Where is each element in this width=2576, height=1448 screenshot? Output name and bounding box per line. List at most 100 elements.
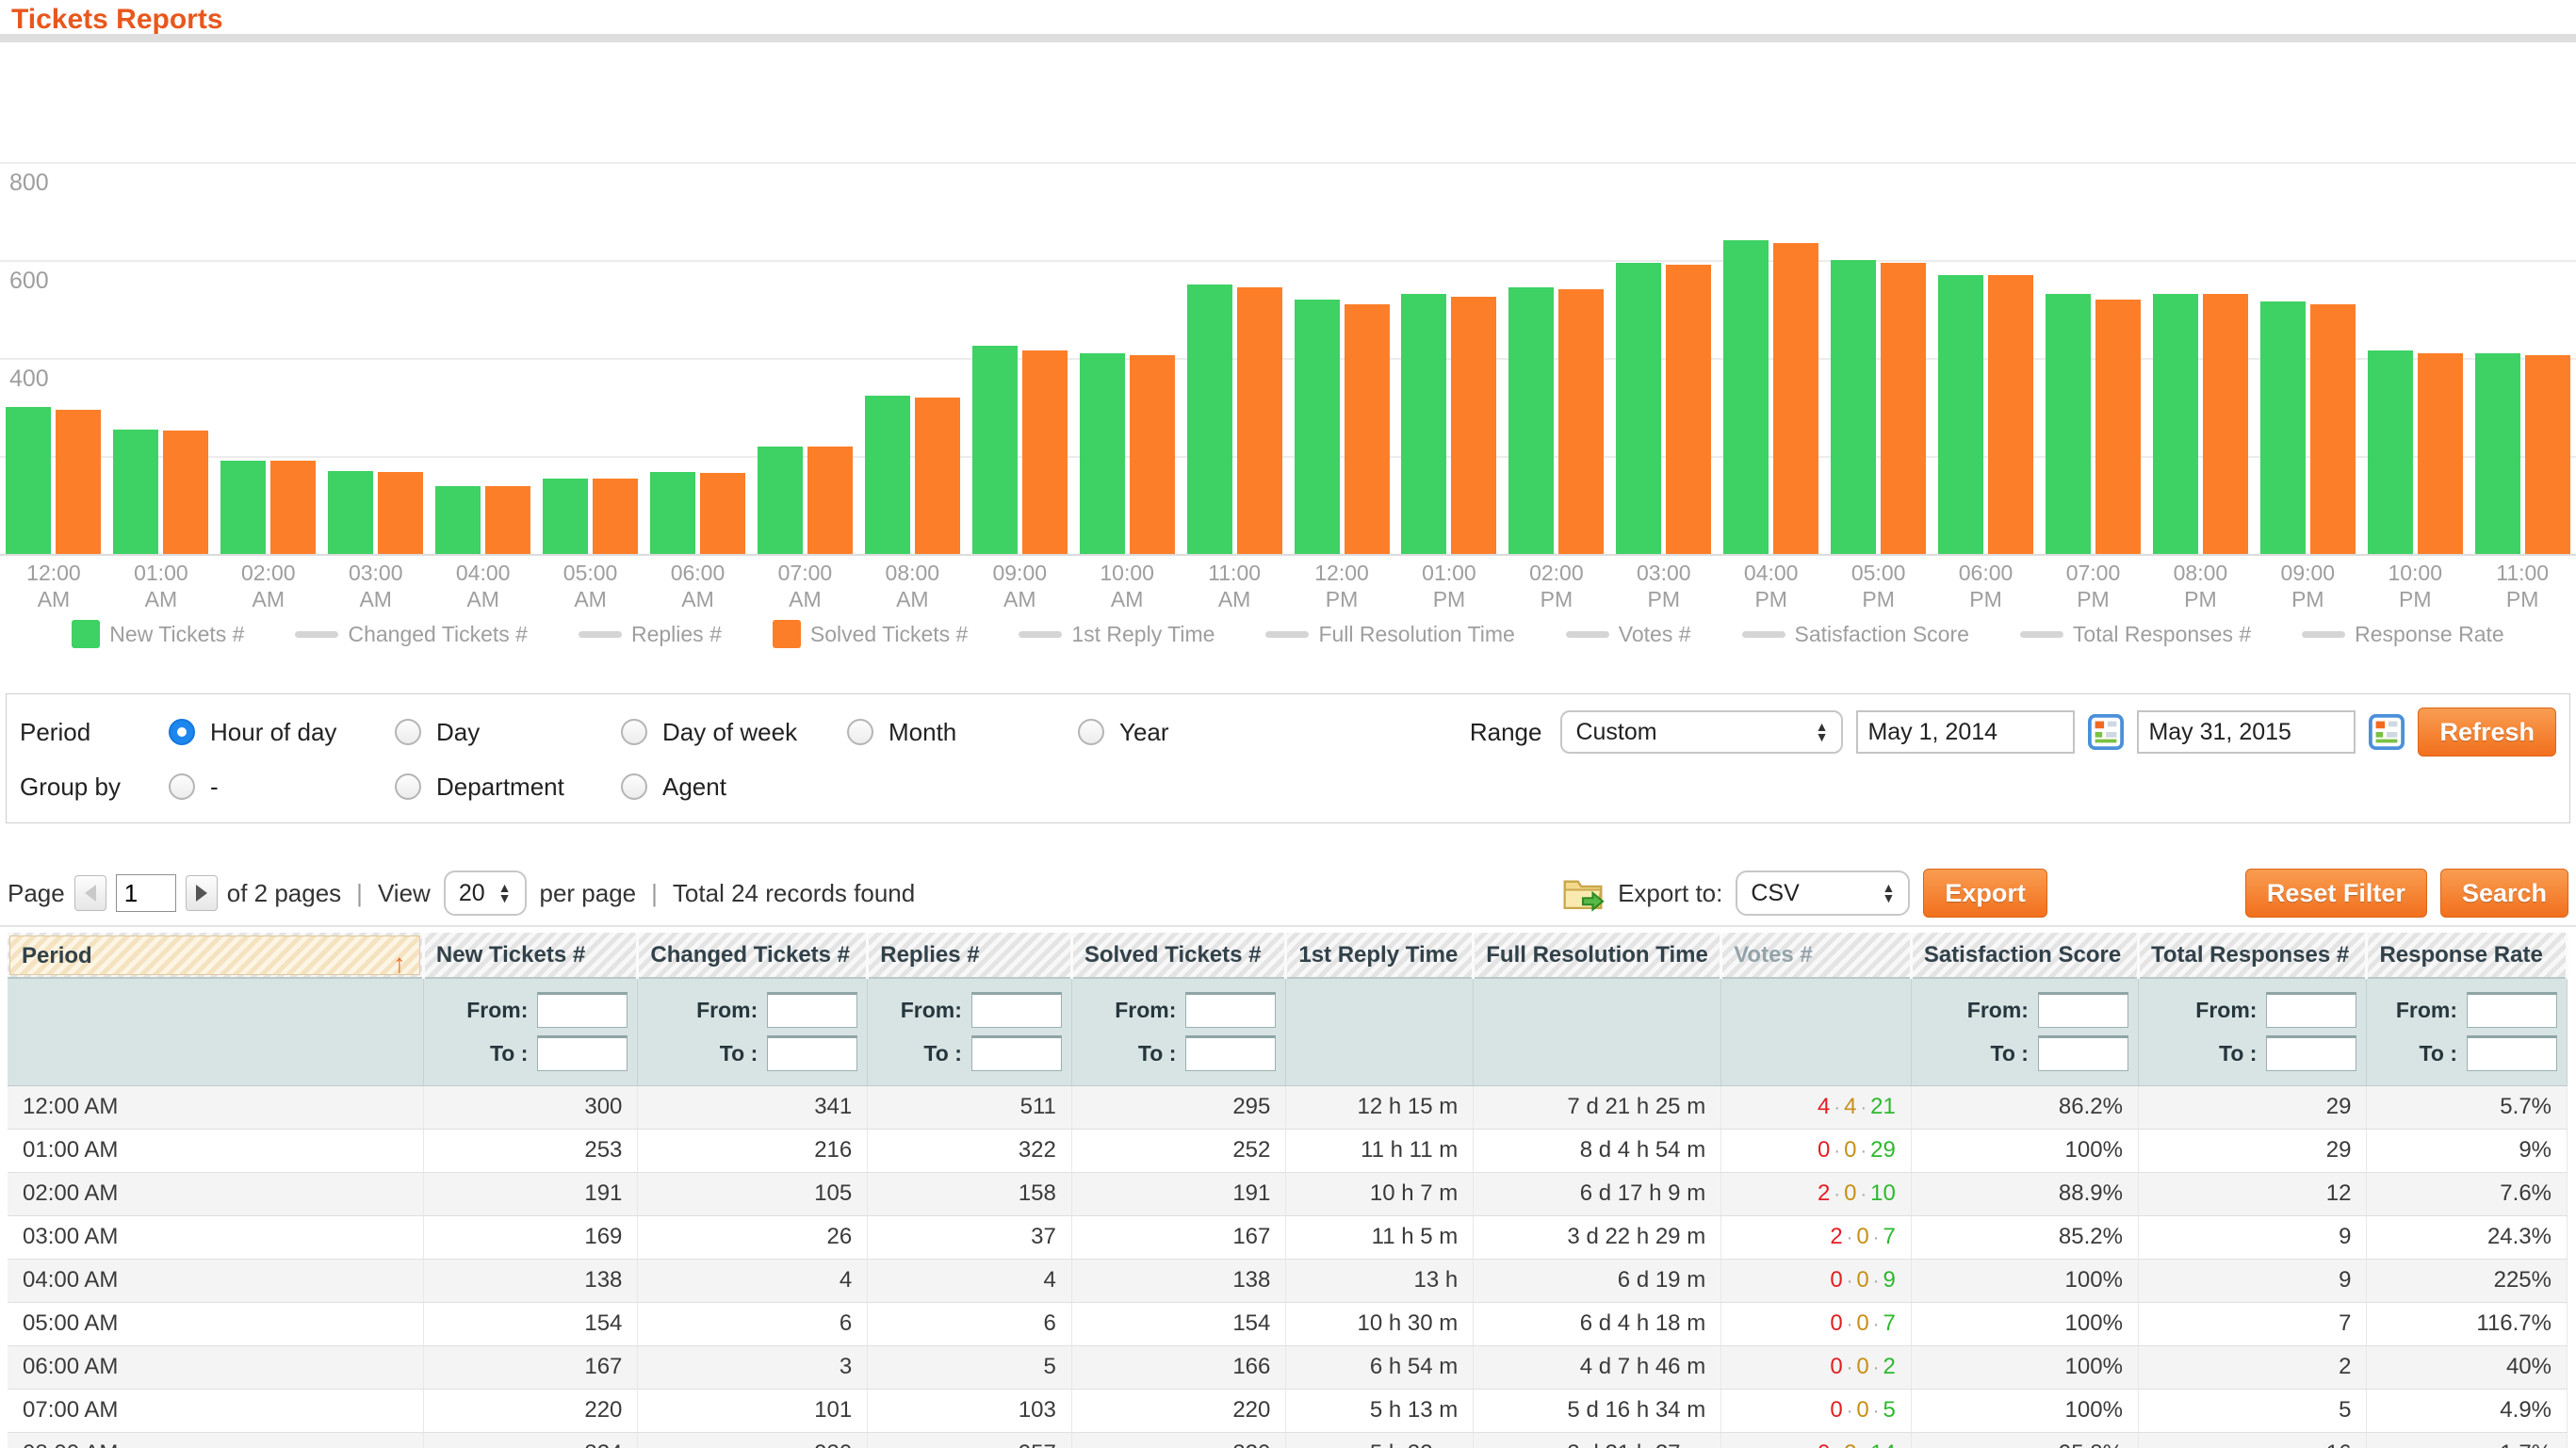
column-header-solved-tickets-[interactable]: Solved Tickets # [1071, 933, 1286, 978]
cell-response-rate: 116.7% [2367, 1302, 2568, 1345]
radio-button[interactable] [395, 719, 421, 745]
votes-negative: 2 [1818, 1180, 1830, 1206]
votes-neutral: 0 [1856, 1267, 1868, 1293]
cell-replies: 37 [868, 1215, 1072, 1259]
cell-response-rate: 5.7% [2367, 1085, 2568, 1129]
from-filter-input[interactable] [2266, 992, 2356, 1028]
period-option-month[interactable]: Month [847, 718, 1078, 747]
to-filter-input[interactable] [2038, 1035, 2128, 1071]
table-row: 05:00 AM1546615410 h 30 m6 d 4 h 18 m0·0… [8, 1302, 2568, 1345]
from-filter-input[interactable] [2038, 992, 2128, 1028]
groupby-option-agent[interactable]: Agent [621, 773, 847, 802]
votes-positive: 10 [1870, 1180, 1896, 1206]
column-header-response-rate[interactable]: Response Rate [2367, 933, 2568, 978]
table-row: 04:00 AM1384413813 h6 d 19 m0·0·9100%922… [8, 1259, 2568, 1302]
radio-button[interactable] [169, 773, 195, 800]
export-button[interactable]: Export [1923, 869, 2047, 918]
next-page-button[interactable] [186, 875, 218, 911]
column-header-new-tickets-[interactable]: New Tickets # [423, 933, 638, 978]
bar-new-tickets [1401, 294, 1446, 554]
bar-solved-tickets [2095, 300, 2141, 554]
radio-button[interactable] [621, 773, 647, 800]
column-header-1st-reply-time[interactable]: 1st Reply Time [1286, 933, 1474, 978]
cell-response-rate: 1.7% [2367, 1432, 2568, 1448]
legend-item[interactable]: 1st Reply Time [1019, 622, 1215, 647]
column-header-satisfaction-score[interactable]: Satisfaction Score [1911, 933, 2138, 978]
to-filter-input[interactable] [767, 1035, 857, 1071]
legend-label: Total Responses # [2073, 622, 2251, 647]
legend-item[interactable]: Solved Tickets # [773, 620, 968, 648]
period-option-day[interactable]: Day [395, 718, 621, 747]
radio-button[interactable] [395, 773, 421, 800]
cell-replies: 511 [868, 1085, 1072, 1129]
from-filter-input[interactable] [971, 992, 1062, 1028]
from-label: From: [466, 998, 528, 1023]
from-filter-input[interactable] [1185, 992, 1276, 1028]
search-button[interactable]: Search [2440, 869, 2568, 918]
to-filter-input[interactable] [971, 1035, 1062, 1071]
legend-item[interactable]: Satisfaction Score [1742, 622, 1969, 647]
date-from-input[interactable] [1856, 710, 2075, 754]
per-page-select[interactable]: 20 ▲▼ [444, 870, 527, 916]
to-filter-input[interactable] [2266, 1035, 2356, 1071]
from-filter-input[interactable] [537, 992, 628, 1028]
refresh-button[interactable]: Refresh [2418, 708, 2556, 757]
sorted-column-header[interactable]: Period↑ [9, 936, 420, 975]
column-header-votes-[interactable]: Votes # [1721, 933, 1912, 978]
cell-full-resolution-time: 4 d 7 h 46 m [1474, 1345, 1721, 1389]
to-filter-input[interactable] [1185, 1035, 1276, 1071]
toolbar: Page of 2 pages | View 20 ▲▼ per page | … [8, 869, 2568, 918]
radio-button[interactable] [847, 719, 873, 745]
period-option-year[interactable]: Year [1078, 718, 1304, 747]
to-filter-input[interactable] [2467, 1035, 2557, 1071]
column-header-total-responses-[interactable]: Total Responses # [2138, 933, 2367, 978]
from-filter-input[interactable] [2467, 992, 2557, 1028]
cell-changed-tickets: 101 [638, 1389, 868, 1432]
legend-label: Satisfaction Score [1795, 622, 1969, 647]
bar-new-tickets [758, 447, 803, 554]
column-header-period[interactable]: Period↑ [8, 933, 423, 978]
column-header-replies-[interactable]: Replies # [868, 933, 1072, 978]
period-option-day-of-week[interactable]: Day of week [621, 718, 847, 747]
reset-filter-button[interactable]: Reset Filter [2245, 869, 2427, 918]
bar-solved-tickets [270, 461, 316, 554]
legend-item[interactable]: New Tickets # [72, 620, 244, 648]
legend-item[interactable]: Changed Tickets # [295, 622, 528, 647]
from-filter-input[interactable] [767, 992, 857, 1028]
bar-group [1288, 300, 1395, 554]
calendar-icon[interactable] [2369, 714, 2405, 750]
prev-page-button[interactable] [74, 875, 106, 911]
column-header-changed-tickets-[interactable]: Changed Tickets # [638, 933, 868, 978]
date-to-input[interactable] [2137, 710, 2356, 754]
legend-item[interactable]: Full Resolution Time [1265, 622, 1514, 647]
cell-total-responses: 29 [2138, 1085, 2367, 1129]
range-select[interactable]: Custom ▲▼ [1560, 710, 1843, 754]
column-header-full-resolution-time[interactable]: Full Resolution Time [1474, 933, 1721, 978]
calendar-icon[interactable] [2088, 714, 2124, 750]
radio-button[interactable] [169, 719, 195, 745]
legend-item[interactable]: Response Rate [2302, 622, 2504, 647]
period-option-hour-of-day[interactable]: Hour of day [169, 718, 395, 747]
bar-solved-tickets [2418, 353, 2463, 554]
radio-button[interactable] [1078, 719, 1104, 745]
x-axis-tick-label: 05:00PM [1825, 560, 1932, 616]
to-filter-input[interactable] [537, 1035, 628, 1071]
bar-solved-tickets [1881, 263, 1926, 554]
groupby-option--[interactable]: - [169, 773, 395, 802]
legend-item[interactable]: Votes # [1566, 622, 1691, 647]
radio-label: - [210, 773, 219, 802]
cell-total-responses: 16 [2138, 1432, 2367, 1448]
legend-swatch-icon [295, 631, 338, 638]
filter-panel: Period Hour of dayDayDay of weekMonthYea… [6, 693, 2570, 823]
votes-negative: 4 [1818, 1094, 1830, 1119]
legend-item[interactable]: Total Responses # [2020, 622, 2251, 647]
page-number-input[interactable] [116, 874, 176, 912]
pager: Page of 2 pages [8, 874, 341, 912]
groupby-option-department[interactable]: Department [395, 773, 621, 802]
radio-button[interactable] [621, 719, 647, 745]
votes-negative: 0 [1818, 1440, 1830, 1448]
export-format-select[interactable]: CSV ▲▼ [1736, 870, 1910, 916]
total-records-text: Total 24 records found [673, 879, 915, 908]
bar-group [1825, 260, 1932, 554]
legend-item[interactable]: Replies # [579, 622, 722, 647]
